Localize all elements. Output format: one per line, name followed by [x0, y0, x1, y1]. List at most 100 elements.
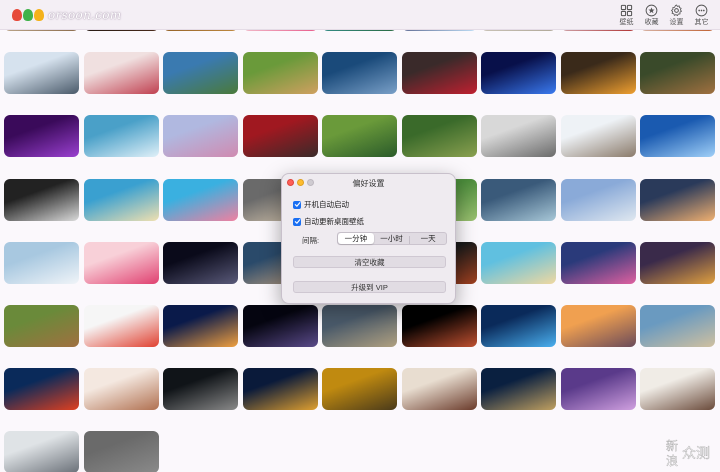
wallpaper-image	[83, 115, 159, 158]
wallpaper-thumbnail[interactable]	[163, 241, 238, 284]
wallpaper-image	[4, 115, 79, 158]
wallpaper-image	[4, 368, 79, 411]
dialog-title: 偏好设置	[352, 179, 385, 188]
wallpaper-image	[83, 178, 159, 221]
clear-favorites-button[interactable]: 清空收藏	[293, 256, 446, 268]
wallpaper-thumbnail[interactable]	[560, 115, 636, 158]
wallpaper-thumbnail[interactable]	[163, 115, 238, 158]
wallpaper-image	[481, 368, 556, 411]
wallpaper-thumbnail[interactable]	[4, 431, 79, 472]
wallpaper-thumbnail[interactable]	[4, 52, 79, 95]
wallpaper-thumbnail[interactable]	[401, 115, 477, 158]
wallpaper-thumbnail[interactable]	[163, 368, 238, 411]
wallpaper-image	[83, 368, 159, 411]
grid-icon	[620, 4, 633, 17]
wallpaper-thumbnail[interactable]	[242, 368, 318, 411]
wallpaper-image	[163, 368, 238, 411]
wallpaper-image	[242, 305, 318, 347]
wallpaper-thumbnail[interactable]	[83, 431, 159, 472]
wallpaper-thumbnail[interactable]	[242, 52, 318, 95]
interval-option-hour[interactable]: 一小时	[374, 233, 410, 244]
wallpaper-thumbnail[interactable]	[163, 178, 238, 221]
wallpaper-thumbnail[interactable]	[481, 368, 556, 411]
site-logo: orsoon.com	[12, 6, 121, 24]
wallpaper-thumbnail[interactable]	[322, 115, 397, 158]
wallpaper-thumbnail[interactable]	[401, 305, 477, 347]
wallpaper-image	[401, 305, 477, 347]
launch-at-login-label: 开机自动启动	[304, 200, 349, 209]
wallpaper-thumbnail[interactable]	[560, 305, 636, 347]
wallpaper-thumbnail[interactable]	[4, 305, 79, 347]
wallpaper-image	[322, 305, 397, 347]
wallpaper-image	[83, 241, 159, 284]
wallpaper-thumbnail[interactable]	[401, 52, 477, 95]
wallpaper-image	[481, 115, 556, 158]
logo-letter-y	[34, 9, 44, 21]
wallpaper-thumbnail[interactable]	[481, 115, 556, 158]
wallpaper-thumbnail[interactable]	[560, 52, 636, 95]
wallpaper-thumbnail[interactable]	[4, 178, 79, 221]
wallpaper-thumbnail[interactable]	[481, 241, 556, 284]
wallpapers-button[interactable]: 壁纸	[614, 2, 639, 29]
wallpaper-thumbnail[interactable]	[640, 368, 715, 411]
wallpaper-thumbnail[interactable]	[163, 52, 238, 95]
wallpaper-image	[4, 241, 79, 284]
wallpaper-thumbnail[interactable]	[4, 241, 79, 284]
wallpaper-thumbnail[interactable]	[4, 368, 79, 411]
wallpaper-thumbnail[interactable]	[163, 305, 238, 347]
more-button[interactable]: 其它	[689, 2, 714, 29]
wallpaper-image	[481, 52, 556, 95]
upgrade-vip-button[interactable]: 升级到 VIP	[293, 281, 446, 293]
wallpaper-thumbnail[interactable]	[640, 52, 715, 95]
auto-update-wallpaper-checkbox[interactable]: 自动更新桌面壁纸	[293, 216, 364, 227]
more-label: 其它	[694, 19, 709, 26]
wallpaper-thumbnail[interactable]	[640, 178, 715, 221]
wallpaper-thumbnail[interactable]	[560, 368, 636, 411]
wallpaper-image	[242, 52, 318, 95]
settings-button[interactable]: 设置	[664, 2, 689, 29]
wallpaper-thumbnail[interactable]	[640, 305, 715, 347]
wallpaper-thumbnail[interactable]	[640, 241, 715, 284]
wallpaper-thumbnail[interactable]	[4, 115, 79, 158]
interval-option-day[interactable]: 一天	[410, 233, 446, 244]
checkbox-box	[293, 200, 301, 209]
wallpaper-thumbnail[interactable]	[83, 115, 159, 158]
wallpaper-thumbnail[interactable]	[242, 305, 318, 347]
wallpaper-thumbnail[interactable]	[83, 368, 159, 411]
wallpaper-thumbnail[interactable]	[560, 178, 636, 221]
wallpaper-image	[83, 305, 159, 347]
wallpaper-image	[481, 241, 556, 284]
wallpaper-thumbnail[interactable]	[401, 368, 477, 411]
wallpaper-image	[4, 178, 79, 221]
wallpaper-thumbnail[interactable]	[481, 52, 556, 95]
wallpaper-thumbnail[interactable]	[322, 52, 397, 95]
preferences-dialog: 偏好设置 开机自动启动 自动更新桌面壁纸 间隔: 一分钟 一小时 一天 清空收藏…	[281, 173, 456, 304]
wallpaper-image	[560, 178, 636, 221]
wallpaper-thumbnail[interactable]	[83, 305, 159, 347]
wallpaper-image	[4, 305, 79, 347]
interval-label: 间隔:	[302, 236, 320, 245]
wallpaper-thumbnail[interactable]	[322, 305, 397, 347]
wallpaper-image	[560, 52, 636, 95]
wallpaper-thumbnail[interactable]	[481, 305, 556, 347]
wallpaper-thumbnail[interactable]	[640, 115, 715, 158]
wallpaper-image	[83, 52, 159, 95]
wallpaper-thumbnail[interactable]	[242, 115, 318, 158]
svg-text:新: 新	[666, 438, 678, 453]
interval-option-minute[interactable]: 一分钟	[338, 233, 374, 244]
wallpaper-thumbnail[interactable]	[481, 178, 556, 221]
more-icon	[695, 4, 708, 17]
wallpaper-image	[322, 368, 397, 411]
wallpaper-thumbnail[interactable]	[83, 178, 159, 221]
wallpaper-thumbnail[interactable]	[83, 241, 159, 284]
wallpaper-thumbnail[interactable]	[83, 52, 159, 95]
wallpaper-image	[481, 305, 556, 347]
wallpaper-image	[560, 305, 636, 347]
wallpaper-image	[640, 241, 715, 284]
favorites-button[interactable]: 收藏	[639, 2, 664, 29]
wallpaper-thumbnail[interactable]	[322, 368, 397, 411]
launch-at-login-checkbox[interactable]: 开机自动启动	[293, 199, 349, 210]
wallpaper-thumbnail[interactable]	[560, 241, 636, 284]
wallpaper-image	[242, 368, 318, 411]
toolbar-buttons: 壁纸 收藏 设置 其它	[614, 2, 714, 29]
